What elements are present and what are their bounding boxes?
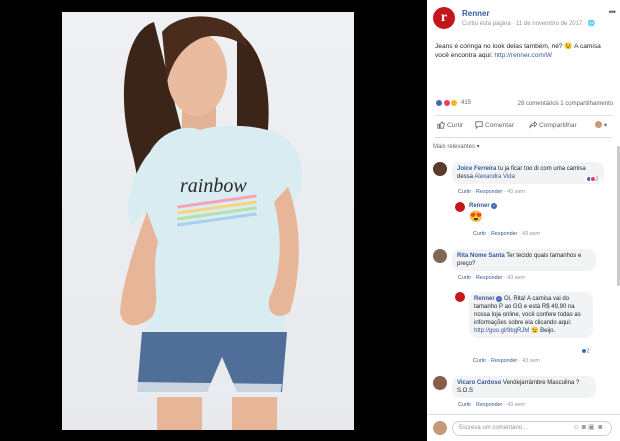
model-illustration: rainbow <box>120 16 303 430</box>
reply-item: Renner ✓ Oi, Rita! A camisa vai do taman… <box>455 292 613 372</box>
comment-button[interactable]: Comentar <box>475 121 514 130</box>
post-photo[interactable]: rainbow <box>62 12 354 430</box>
comment-bubble: Vicaro Cardoso Vendejarrámbre Masculina … <box>452 376 596 398</box>
avatar[interactable] <box>433 376 447 390</box>
reaction-count[interactable]: 415 <box>461 100 471 106</box>
share-label: Compartilhar <box>539 122 577 129</box>
comment-author[interactable]: Rita Nome Santa <box>457 253 505 259</box>
comment-author[interactable]: Renner <box>469 203 490 209</box>
comment-time[interactable]: 43 sem <box>507 189 525 195</box>
comment-like-link[interactable]: Curtir <box>458 402 471 408</box>
sticker-icon[interactable]: ☻ <box>597 424 606 431</box>
comment-bubble: Renner ✓ Oi, Rita! A camisa vai do taman… <box>469 292 593 338</box>
comment-reply-link[interactable]: Responder <box>476 189 502 195</box>
comment-reactions[interactable]: 2 <box>579 348 592 355</box>
post-text: Jeans é coringa no look delas também, né… <box>435 42 613 60</box>
comment-meta: Curtir · Responder · 43 sem <box>458 189 525 195</box>
post-panel: r Renner Curtiu esta página · 11 de nove… <box>427 0 620 441</box>
comment-item: Vicaro Cardoso Vendejarrámbre Masculina … <box>433 376 613 410</box>
comment-input[interactable]: Escreva um comentário... ☺◙▣☻ <box>452 421 612 436</box>
comment-reply-link[interactable]: Responder <box>476 402 502 408</box>
reply-item: Renner ✓ 😍 Curtir · Responder · 43 sem <box>455 202 613 242</box>
divider <box>435 137 613 138</box>
comment-input-placeholder: Escreva um comentário... <box>459 425 528 431</box>
comment-reply-link[interactable]: Responder <box>476 275 502 281</box>
comment-bubble: Joice Ferreira tu ja ficar too di com um… <box>452 162 604 184</box>
reactions-bar[interactable]: 415 28 comentários 1 compartilhamento <box>435 99 613 111</box>
comment-link[interactable]: http://goo.gl/9bgRJM <box>474 328 529 334</box>
page-avatar[interactable]: r <box>433 7 455 29</box>
avatar[interactable] <box>433 249 447 263</box>
like-label: Curtir <box>447 122 464 129</box>
avatar[interactable] <box>455 202 465 212</box>
verified-badge-icon: ✓ <box>496 296 503 302</box>
comment-reactions[interactable]: 2 <box>584 176 601 183</box>
page-name-link[interactable]: Renner <box>462 9 490 18</box>
comment-meta: Curtir · Responder · 43 sem <box>473 231 540 237</box>
comment-author[interactable]: Renner <box>474 296 495 302</box>
comment-reply-link[interactable]: Responder <box>491 231 517 237</box>
post-header: r Renner Curtiu esta página · 11 de nove… <box>433 7 617 37</box>
thumbs-up-icon <box>437 121 445 129</box>
photo-viewer: rainbow <box>0 0 427 441</box>
gif-icon[interactable]: ▣ <box>588 424 597 431</box>
comment-time[interactable]: 43 sem <box>522 358 540 364</box>
comments-shares-count[interactable]: 28 comentários 1 compartilhamento <box>518 101 613 107</box>
comment-mention[interactable]: Alexandra Vida <box>474 174 515 180</box>
comment-bubble: Rita Nome Santa Ter tecido quais tamanho… <box>452 249 596 271</box>
comment-sort-dropdown[interactable]: Mais relevantes ▾ <box>433 143 480 150</box>
more-options-icon[interactable]: ••• <box>609 7 617 17</box>
avatar[interactable] <box>455 292 465 302</box>
share-button[interactable]: Compartilhar <box>529 120 577 129</box>
comment-text-end: 😉 Beijo. <box>529 328 556 334</box>
comment-reply-link[interactable]: Responder <box>491 358 517 364</box>
like-reaction-icon <box>435 99 443 107</box>
comment-meta: Curtir · Responder · 43 sem <box>473 358 540 364</box>
comment-like-link[interactable]: Curtir <box>458 275 471 281</box>
avatar[interactable] <box>433 162 447 176</box>
post-meta: Curtiu esta página · 11 de novembro de 2… <box>462 21 596 27</box>
divider <box>435 115 613 116</box>
comment-time[interactable]: 43 sem <box>507 275 525 281</box>
action-bar: Curtir Comentar Compartilhar ▾ <box>435 119 613 133</box>
comment-meta: Curtir · Responder · 43 sem <box>458 275 525 281</box>
comment-time[interactable]: 43 sem <box>522 231 540 237</box>
comment-like-link[interactable]: Curtir <box>473 231 486 237</box>
emoji-icon[interactable]: ☺ <box>573 424 582 431</box>
like-button[interactable]: Curtir <box>437 121 463 129</box>
comment-item: Rita Nome Santa Ter tecido quais tamanho… <box>433 249 613 283</box>
post-link[interactable]: http://renner.com/W <box>494 52 552 59</box>
comment-text: 😍 <box>469 211 483 223</box>
user-avatar-icon <box>595 121 602 128</box>
comment-meta: Curtir · Responder · 43 sem <box>458 402 525 408</box>
comment-like-link[interactable]: Curtir <box>473 358 486 364</box>
verified-badge-icon: ✓ <box>491 203 498 209</box>
comment-time[interactable]: 43 sem <box>507 402 525 408</box>
comment-item: Joice Ferreira tu ja ficar too di com um… <box>433 162 613 202</box>
audience-selector[interactable]: ▾ <box>595 121 607 129</box>
comment-label: Comentar <box>485 122 514 129</box>
comment-reaction-count: 2 <box>595 176 599 183</box>
comment-icon <box>475 121 483 130</box>
user-avatar <box>433 421 447 435</box>
comment-composer: Escreva um comentário... ☺◙▣☻ <box>427 414 620 441</box>
comment-reaction-count: 2 <box>586 348 590 355</box>
svg-text:rainbow: rainbow <box>180 175 247 197</box>
composer-icons: ☺◙▣☻ <box>573 423 606 431</box>
comment-bubble: Renner ✓ 😍 <box>469 202 513 224</box>
comment-like-link[interactable]: Curtir <box>458 189 471 195</box>
share-icon <box>529 120 538 129</box>
comment-author[interactable]: Vicaro Cardoso <box>457 380 501 386</box>
comment-author[interactable]: Joice Ferreira <box>457 166 496 172</box>
wow-reaction-icon <box>450 99 459 107</box>
